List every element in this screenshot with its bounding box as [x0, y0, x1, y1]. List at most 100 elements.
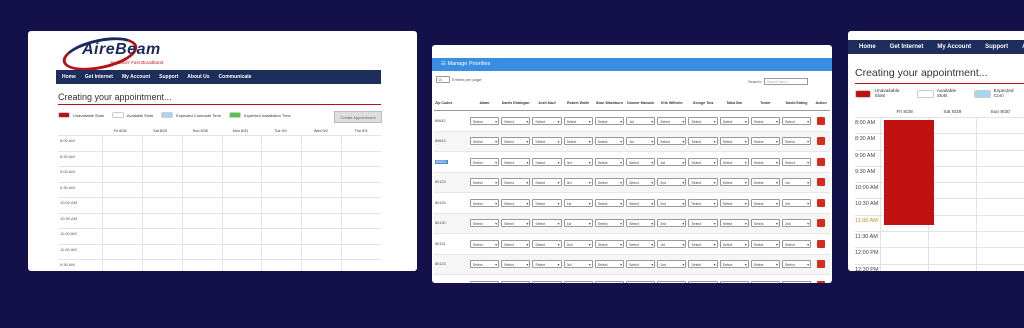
priority-select[interactable]: Select — [719, 116, 749, 126]
time-slot[interactable] — [261, 260, 301, 271]
priority-select[interactable]: 2nd — [657, 280, 687, 283]
priority-select[interactable]: Select — [750, 239, 780, 249]
time-slot[interactable] — [102, 244, 142, 259]
priority-select[interactable]: Select — [594, 178, 625, 187]
priority-select[interactable]: Select — [469, 280, 500, 283]
time-slot[interactable] — [261, 151, 301, 166]
priority-select[interactable]: Select — [469, 178, 500, 187]
priority-select[interactable]: Select — [594, 137, 625, 146]
time-slot[interactable] — [880, 248, 928, 264]
priority-select[interactable]: Select — [719, 198, 749, 208]
airebeam-logo[interactable]: AireBeam Screamin' Fast Broadband — [59, 31, 172, 77]
time-slot[interactable] — [976, 264, 1024, 271]
time-slot[interactable] — [141, 229, 182, 244]
time-slot[interactable] — [341, 151, 381, 166]
priority-select[interactable]: Select — [688, 280, 718, 283]
priority-select[interactable]: Select — [501, 280, 531, 283]
time-slot[interactable] — [181, 198, 222, 213]
time-slot[interactable] — [102, 229, 142, 244]
priority-select[interactable]: Select — [563, 116, 593, 126]
nav-support[interactable]: Support — [985, 44, 1008, 50]
priority-select[interactable]: Select — [594, 280, 625, 283]
priority-select[interactable]: Select — [657, 116, 687, 126]
column-header[interactable]: Donner Manush — [625, 96, 657, 111]
priority-select[interactable]: Select — [688, 219, 718, 228]
time-slot[interactable] — [221, 260, 262, 271]
time-slot[interactable] — [301, 151, 341, 166]
priority-select[interactable]: Select — [781, 239, 812, 249]
entries-select[interactable]: 10 — [436, 76, 450, 83]
time-slot[interactable] — [181, 182, 222, 197]
time-slot[interactable] — [928, 166, 976, 183]
priority-select[interactable]: 2nd — [657, 219, 687, 228]
priority-select[interactable]: 1st — [626, 116, 656, 126]
priority-select[interactable]: Select — [626, 280, 656, 283]
delete-icon[interactable] — [817, 116, 826, 125]
time-slot[interactable] — [102, 136, 142, 151]
column-header[interactable]: David Eating — [780, 96, 813, 111]
time-slot[interactable] — [141, 213, 182, 228]
time-slot[interactable] — [261, 213, 301, 228]
time-slot[interactable] — [181, 244, 222, 259]
time-slot[interactable] — [221, 213, 262, 228]
time-slot[interactable] — [976, 166, 1024, 183]
column-header[interactable]: Talka Bm — [718, 96, 750, 111]
priority-select[interactable]: Select — [688, 178, 718, 187]
time-slot[interactable] — [102, 198, 142, 213]
time-slot[interactable] — [102, 167, 142, 182]
priority-select[interactable]: Select — [594, 219, 625, 228]
time-slot[interactable] — [928, 232, 976, 248]
time-slot[interactable] — [301, 198, 341, 213]
priority-select[interactable]: Select — [594, 116, 625, 126]
priority-select[interactable]: Select — [532, 260, 562, 269]
time-slot[interactable] — [928, 248, 976, 264]
priority-select[interactable]: Select — [781, 157, 812, 167]
time-slot[interactable] — [976, 134, 1024, 150]
delete-icon[interactable] — [817, 260, 826, 269]
priority-select[interactable]: Select — [594, 157, 625, 167]
priority-select[interactable]: 1st — [657, 157, 687, 167]
time-slot[interactable] — [976, 232, 1024, 248]
priority-select[interactable]: Select — [719, 280, 749, 283]
priority-select[interactable]: 1st — [626, 137, 656, 146]
time-slot[interactable] — [102, 182, 142, 197]
column-header[interactable]: Sean Washburn — [593, 96, 626, 111]
priority-select[interactable]: Select — [469, 239, 500, 249]
priority-select[interactable]: Select — [688, 239, 718, 249]
nav-get-internet[interactable]: Get Internet — [890, 44, 924, 50]
priority-select[interactable]: Select — [594, 198, 625, 208]
time-slot[interactable] — [341, 182, 381, 197]
time-slot[interactable] — [181, 151, 222, 166]
time-slot[interactable] — [261, 182, 301, 197]
delete-icon[interactable] — [817, 239, 826, 248]
priority-select[interactable]: Select — [688, 137, 718, 146]
priority-select[interactable]: Select — [626, 239, 656, 249]
time-slot[interactable] — [181, 260, 222, 271]
column-header[interactable]: Robert Wolfe — [562, 96, 594, 111]
time-slot[interactable] — [102, 213, 142, 228]
priority-select[interactable]: Select — [719, 239, 749, 249]
priority-select[interactable]: Select — [750, 280, 780, 283]
time-slot[interactable] — [102, 151, 142, 166]
time-slot[interactable] — [880, 264, 928, 271]
priority-select[interactable]: 3rd — [563, 157, 593, 167]
column-header[interactable]: Darris Ebbingan — [500, 96, 532, 111]
priority-select[interactable]: 2nd — [563, 239, 593, 249]
time-slot[interactable] — [221, 229, 262, 244]
delete-icon[interactable] — [817, 178, 826, 187]
priority-select[interactable]: Select — [532, 219, 562, 228]
priority-select[interactable]: Select — [501, 219, 531, 228]
priority-select[interactable]: Select — [750, 178, 780, 187]
time-slot[interactable] — [976, 183, 1024, 199]
priority-select[interactable]: Select — [532, 116, 562, 126]
unavailable-slot-block[interactable] — [884, 120, 934, 225]
column-header[interactable]: George Tutz — [687, 96, 719, 111]
priority-select[interactable]: Select — [750, 116, 780, 126]
priority-select[interactable]: Select — [750, 157, 780, 167]
time-slot[interactable] — [181, 136, 222, 151]
time-slot[interactable] — [221, 198, 262, 213]
priority-select[interactable]: Select — [688, 260, 718, 269]
time-slot[interactable] — [928, 150, 976, 166]
priority-select[interactable]: Select — [719, 157, 749, 167]
time-slot[interactable] — [976, 215, 1024, 232]
